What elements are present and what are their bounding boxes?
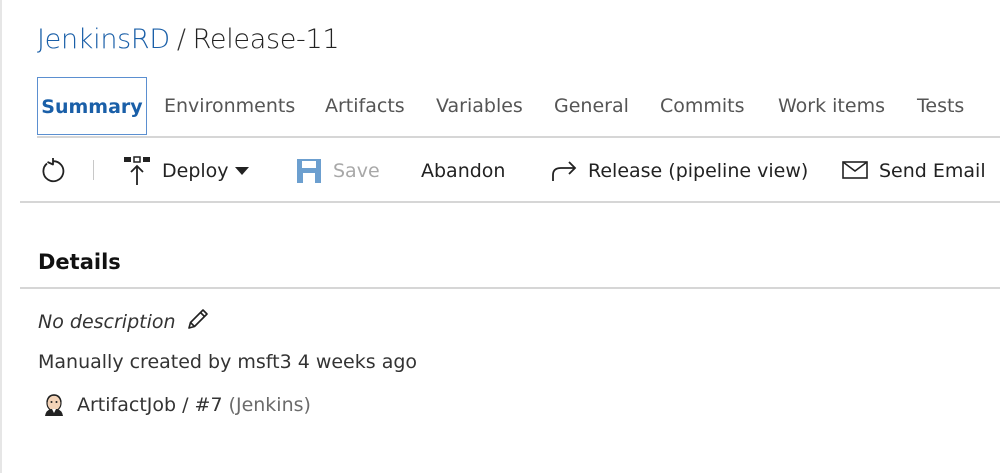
save-label: Save [333, 160, 380, 182]
tab-artifacts[interactable]: Artifacts [325, 77, 405, 135]
refresh-button[interactable] [39, 140, 65, 202]
deploy-button[interactable]: Deploy [123, 140, 249, 202]
artifact-source: (Jenkins) [228, 394, 311, 416]
tab-general[interactable]: General [554, 77, 629, 135]
page-left-border [0, 0, 2, 473]
details-heading: Details [38, 250, 121, 274]
tab-work-items[interactable]: Work items [778, 77, 885, 135]
release-pipeline-label: Release (pipeline view) [588, 160, 809, 182]
tab-summary[interactable]: Summary [37, 77, 147, 135]
send-email-button[interactable]: Send Email [842, 140, 986, 202]
created-by-text: Manually created by msft3 4 weeks ago [38, 351, 418, 373]
tab-commits[interactable]: Commits [660, 77, 745, 135]
project-link[interactable]: JenkinsRD [37, 24, 170, 55]
send-email-label: Send Email [879, 160, 986, 182]
page-title: JenkinsRD / Release-11 [37, 24, 340, 55]
chevron-down-icon [234, 167, 249, 175]
release-pipeline-view-button[interactable]: Release (pipeline view) [550, 140, 808, 202]
artifact-link[interactable]: ArtifactJob / #7 [77, 394, 223, 416]
breadcrumb-separator: / [176, 24, 186, 55]
release-tabs: Summary Environments Artifacts Variables… [37, 77, 1000, 135]
description-text: No description [38, 310, 176, 333]
abandon-label: Abandon [421, 160, 506, 182]
pencil-icon [187, 309, 208, 329]
toolbar-divider [93, 160, 94, 180]
deploy-icon [124, 156, 150, 185]
redo-arrow-icon [552, 161, 577, 181]
edit-description-button[interactable] [186, 307, 210, 336]
deploy-label: Deploy [162, 160, 229, 182]
tab-environments[interactable]: Environments [164, 77, 295, 135]
save-button[interactable]: Save [296, 140, 380, 202]
toolbar-divider-line [20, 201, 1000, 203]
jenkins-icon [45, 394, 63, 416]
abandon-button[interactable]: Abandon [421, 140, 505, 202]
description-row: No description [38, 307, 210, 336]
artifact-row: ArtifactJob / #7 (Jenkins) [42, 393, 311, 417]
toolbar: Deploy Save Abandon Release (pipeline vi… [20, 140, 1000, 202]
save-icon [297, 159, 321, 183]
tab-tests[interactable]: Tests [917, 77, 964, 135]
email-icon [842, 161, 868, 179]
refresh-icon [42, 158, 65, 183]
tab-variables[interactable]: Variables [436, 77, 523, 135]
tabs-divider [37, 136, 1000, 138]
release-name: Release-11 [192, 24, 340, 55]
details-divider [20, 287, 1000, 289]
